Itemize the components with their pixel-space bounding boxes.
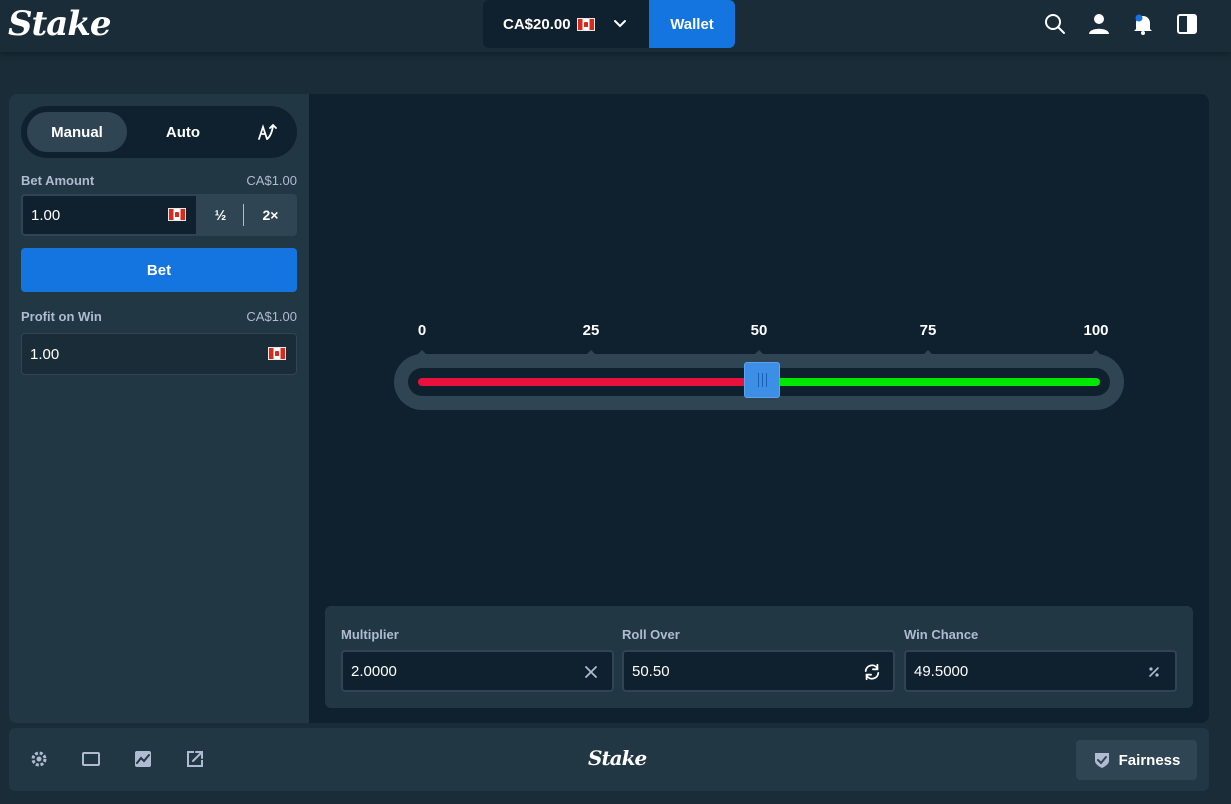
bet-sidebar: Manual Auto Bet Amount CA$1.00 1.00 ½ 2×… [9,94,309,723]
canada-flag-icon [168,208,186,221]
stats-icon[interactable] [133,749,153,769]
profit-value: 1.00 [30,345,60,363]
multiplier-value: 2.0000 [351,662,397,680]
theatre-mode-icon[interactable] [81,749,101,769]
bet-amount-group: 1.00 ½ 2× [21,194,297,236]
bet-amount-input[interactable]: 1.00 [21,194,198,236]
profit-on-win-label: Profit on Win [21,309,102,324]
gear-icon[interactable] [29,749,49,769]
bet-amount-label: Bet Amount [21,173,95,188]
win-range-track [762,378,1100,386]
canada-flag-icon [268,347,286,360]
multiplier-input[interactable]: 2.0000 [341,650,614,692]
balance-amount: CA$20.00 [503,15,571,33]
double-bet-button[interactable]: 2× [244,194,297,236]
slider-handle[interactable] [744,362,781,398]
popout-icon[interactable] [185,749,205,769]
bet-amount-display: CA$1.00 [246,173,297,188]
bet-amount-value: 1.00 [31,206,61,224]
slider-tick-label: 50 [750,322,768,339]
fairness-button[interactable]: Fairness [1076,740,1197,780]
profit-display: CA$1.00 [246,309,297,324]
search-icon[interactable] [1043,12,1067,36]
footer-stake-logo: Stake [588,746,647,770]
win-chance-label: Win Chance [904,627,979,642]
chevron-down-icon [614,20,626,28]
profit-on-win-field: 1.00 [21,333,297,375]
slider-tick-label: 0 [417,322,427,339]
roll-over-input[interactable]: 50.50 [622,650,895,692]
bet-button[interactable]: Bet [21,248,297,292]
win-chance-input[interactable]: 49.5000 [904,650,1177,692]
slider-tick-label: 75 [919,322,937,339]
slider-tick-label: 100 [1083,322,1109,339]
tab-auto[interactable]: Auto [133,112,233,152]
shield-check-icon [1094,753,1109,768]
canada-flag-icon [576,17,595,31]
mode-tabs: Manual Auto [21,106,297,158]
sidebar-toggle-icon[interactable] [1175,12,1199,36]
dice-game-area: 0 25 50 75 100 Multiplier 2.0000 Roll Ov… [309,94,1209,723]
swap-roll-icon[interactable] [863,663,881,681]
slider-tick-label: 25 [582,322,600,339]
fairness-label: Fairness [1118,751,1181,769]
win-chance-value: 49.5000 [914,662,969,680]
bell-icon[interactable] [1131,12,1155,36]
roll-over-label: Roll Over [622,627,680,642]
balance-selector[interactable]: CA$20.00 [483,0,649,48]
roll-over-value: 50.50 [632,662,670,680]
tab-advanced[interactable] [247,112,287,152]
percent-icon [1145,663,1163,681]
multiply-icon [582,663,600,681]
user-icon[interactable] [1087,12,1111,36]
autobet-strategy-icon [258,123,277,140]
stake-logo[interactable]: Stake [8,4,111,44]
top-bar: Stake CA$20.00 Wallet [0,0,1231,52]
multiplier-label: Multiplier [341,627,399,642]
wallet-button[interactable]: Wallet [649,0,735,48]
tab-manual[interactable]: Manual [27,112,127,152]
game-footer: Stake Fairness [9,728,1209,791]
dice-calculator: Multiplier 2.0000 Roll Over 50.50 Win Ch… [325,606,1193,708]
half-bet-button[interactable]: ½ [198,194,243,236]
lose-range-track [418,378,763,386]
